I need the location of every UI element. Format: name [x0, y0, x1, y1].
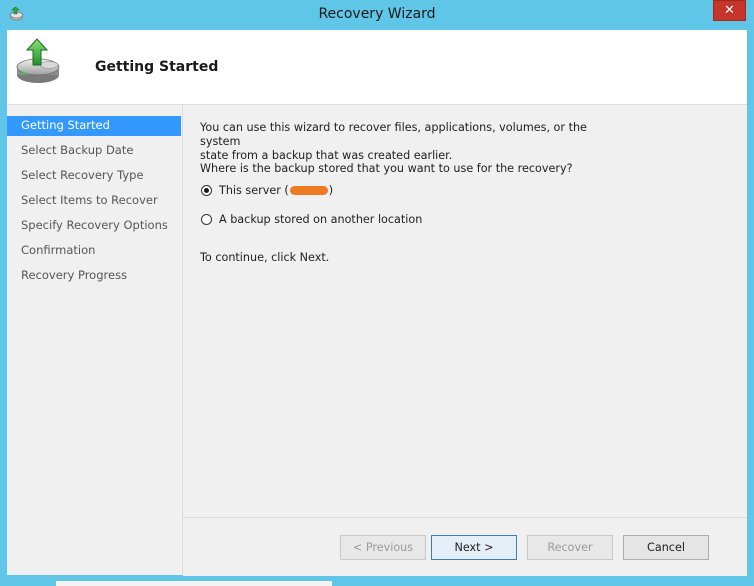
- backup-location-question: Where is the backup stored that you want…: [200, 162, 573, 175]
- this-server-label-suffix: ): [328, 183, 334, 197]
- taskbar-window-tab[interactable]: [56, 581, 332, 586]
- step-select-backup-date[interactable]: Select Backup Date: [7, 141, 181, 161]
- step-getting-started[interactable]: Getting Started: [7, 116, 181, 136]
- page-title: Getting Started: [95, 59, 219, 75]
- another-location-label[interactable]: A backup stored on another location: [219, 213, 422, 226]
- step-specify-recovery-options[interactable]: Specify Recovery Options: [7, 216, 181, 236]
- title-bar[interactable]: Recovery Wizard ✕: [0, 0, 754, 30]
- wizard-footer: < Previous Next > Recover Cancel: [183, 517, 747, 576]
- cancel-button[interactable]: Cancel: [623, 535, 709, 560]
- continue-instruction: To continue, click Next.: [200, 251, 330, 264]
- wizard-window: Recovery Wizard ✕ Getting Started Gettin…: [0, 0, 754, 580]
- option-another-location[interactable]: A backup stored on another location: [201, 211, 422, 227]
- this-server-radio[interactable]: [201, 184, 212, 196]
- intro-line-2: state from a backup that was created ear…: [200, 149, 453, 162]
- wizard-body: Getting Started Getting Started Select B…: [7, 30, 747, 576]
- wizard-content: You can use this wizard to recover files…: [183, 105, 747, 519]
- close-button[interactable]: ✕: [713, 0, 746, 21]
- window-title: Recovery Wizard: [318, 6, 436, 22]
- step-select-items-to-recover[interactable]: Select Items to Recover: [7, 191, 181, 211]
- intro-line-1: You can use this wizard to recover files…: [200, 121, 587, 148]
- another-location-radio[interactable]: [201, 213, 212, 225]
- wizard-steps-nav: Getting Started Select Backup Date Selec…: [7, 105, 183, 575]
- backup-drive-restore-icon: [16, 38, 60, 83]
- this-server-label-prefix: This server (: [219, 183, 289, 197]
- step-confirmation[interactable]: Confirmation: [7, 241, 181, 261]
- wizard-header: Getting Started: [7, 30, 747, 105]
- this-server-label[interactable]: This server (): [219, 184, 333, 197]
- next-button[interactable]: Next >: [431, 535, 517, 560]
- previous-button[interactable]: < Previous: [340, 535, 426, 560]
- step-recovery-progress[interactable]: Recovery Progress: [7, 266, 181, 286]
- intro-text: You can use this wizard to recover files…: [200, 121, 620, 163]
- recover-button[interactable]: Recover: [527, 535, 613, 560]
- close-icon: ✕: [724, 3, 735, 18]
- option-this-server[interactable]: This server (): [201, 182, 333, 198]
- redacted-server-name: [289, 186, 328, 195]
- step-select-recovery-type[interactable]: Select Recovery Type: [7, 166, 181, 186]
